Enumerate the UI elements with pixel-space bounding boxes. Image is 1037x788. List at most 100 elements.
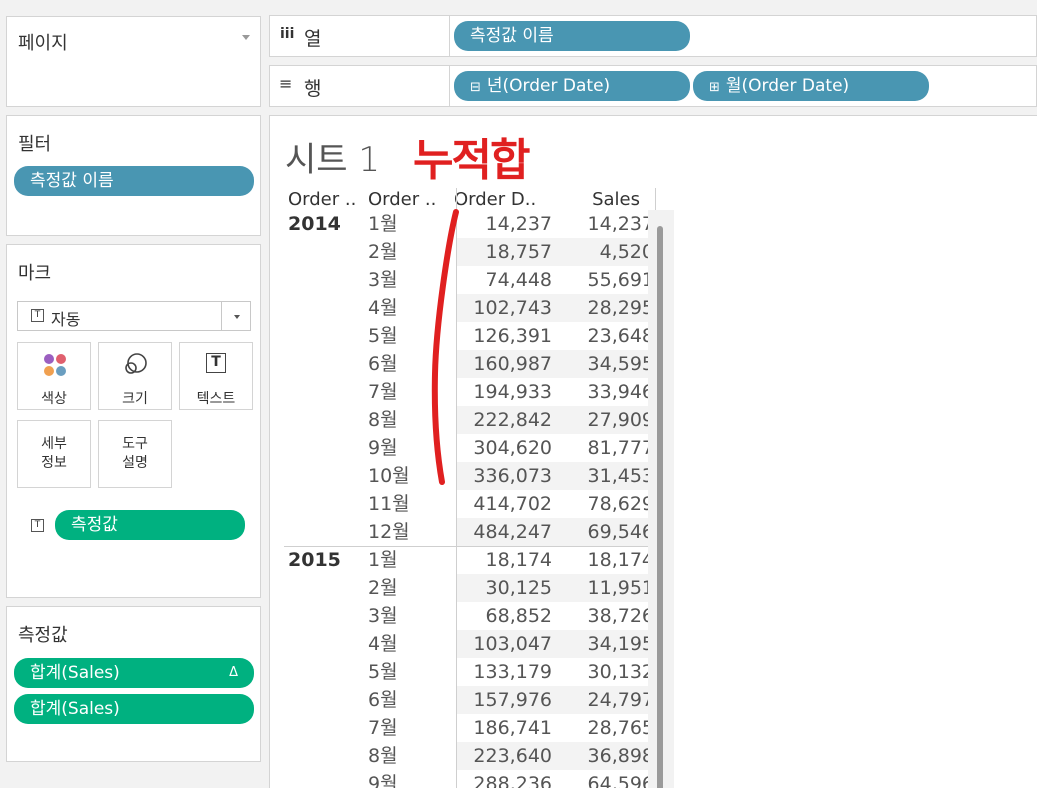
cumulative-sales-cell[interactable]: 222,842 bbox=[473, 406, 552, 434]
month-label[interactable]: 8월 bbox=[368, 406, 398, 434]
mark-type-dropdown[interactable]: T 자동 bbox=[17, 301, 251, 331]
cumulative-sales-cell[interactable]: 133,179 bbox=[473, 658, 552, 686]
cumulative-sales-cell[interactable]: 223,640 bbox=[473, 742, 552, 770]
table-row[interactable]: 4월 102,743 28,295 bbox=[284, 294, 656, 322]
table-row[interactable]: 8월 222,842 27,909 bbox=[284, 406, 656, 434]
sales-cell[interactable]: 23,648 bbox=[588, 322, 654, 350]
sales-cell[interactable]: 34,195 bbox=[588, 630, 654, 658]
cumulative-sales-cell[interactable]: 288,236 bbox=[473, 770, 552, 788]
table-row[interactable]: 10월 336,073 31,453 bbox=[284, 462, 656, 490]
month-label[interactable]: 6월 bbox=[368, 686, 398, 714]
sales-cell[interactable]: 4,520 bbox=[600, 238, 654, 266]
vertical-scrollbar[interactable] bbox=[648, 210, 674, 788]
table-row[interactable]: 2월 18,757 4,520 bbox=[284, 238, 656, 266]
filter-pill-measure-names[interactable]: 측정값 이름 bbox=[14, 166, 254, 196]
rows-pill-month-order-date[interactable]: ⊞ 월(Order Date) bbox=[693, 71, 929, 101]
cumulative-sales-cell[interactable]: 194,933 bbox=[473, 378, 552, 406]
sales-cell[interactable]: 34,595 bbox=[588, 350, 654, 378]
table-row[interactable]: 2015 1월 18,174 18,174 bbox=[284, 546, 656, 574]
year-label[interactable]: 2015 bbox=[288, 546, 341, 574]
month-label[interactable]: 9월 bbox=[368, 434, 398, 462]
month-label[interactable]: 4월 bbox=[368, 294, 398, 322]
expand-icon[interactable]: ⊞ bbox=[709, 80, 720, 95]
measure-pill-sum-sales[interactable]: 합계(Sales) bbox=[14, 694, 254, 724]
sales-cell[interactable]: 24,797 bbox=[588, 686, 654, 714]
cumulative-sales-cell[interactable]: 30,125 bbox=[486, 574, 552, 602]
cumulative-sales-cell[interactable]: 304,620 bbox=[473, 434, 552, 462]
text-button[interactable]: T 텍스트 bbox=[179, 342, 253, 410]
sales-cell[interactable]: 78,629 bbox=[588, 490, 654, 518]
sales-cell[interactable]: 55,691 bbox=[588, 266, 654, 294]
month-label[interactable]: 4월 bbox=[368, 630, 398, 658]
color-button[interactable]: 색상 bbox=[17, 342, 91, 410]
table-row[interactable]: 9월 304,620 81,777 bbox=[284, 434, 656, 462]
cumulative-sales-cell[interactable]: 68,852 bbox=[486, 602, 552, 630]
sales-cell[interactable]: 14,237 bbox=[588, 210, 654, 238]
month-label[interactable]: 9월 bbox=[368, 770, 398, 788]
table-row[interactable]: 5월 133,179 30,132 bbox=[284, 658, 656, 686]
cumulative-sales-cell[interactable]: 103,047 bbox=[473, 630, 552, 658]
month-label[interactable]: 1월 bbox=[368, 210, 398, 238]
sales-cell[interactable]: 36,898 bbox=[588, 742, 654, 770]
month-label[interactable]: 7월 bbox=[368, 378, 398, 406]
table-row[interactable]: 8월 223,640 36,898 bbox=[284, 742, 656, 770]
cumulative-sales-cell[interactable]: 102,743 bbox=[473, 294, 552, 322]
month-label[interactable]: 3월 bbox=[368, 602, 398, 630]
cumulative-sales-cell[interactable]: 14,237 bbox=[486, 210, 552, 238]
sales-cell[interactable]: 27,909 bbox=[588, 406, 654, 434]
table-row[interactable]: 4월 103,047 34,195 bbox=[284, 630, 656, 658]
month-label[interactable]: 12월 bbox=[368, 518, 410, 546]
columns-pill-measure-names[interactable]: 측정값 이름 bbox=[454, 21, 690, 51]
scrollbar-thumb[interactable] bbox=[657, 226, 663, 788]
table-row[interactable]: 3월 68,852 38,726 bbox=[284, 602, 656, 630]
cumulative-sales-cell[interactable]: 336,073 bbox=[473, 462, 552, 490]
cumulative-sales-cell[interactable]: 157,976 bbox=[473, 686, 552, 714]
month-label[interactable]: 6월 bbox=[368, 350, 398, 378]
sales-cell[interactable]: 64,596 bbox=[588, 770, 654, 788]
tooltip-button[interactable]: 도구 설명 bbox=[98, 420, 172, 488]
cumulative-sales-cell[interactable]: 126,391 bbox=[473, 322, 552, 350]
month-label[interactable]: 5월 bbox=[368, 322, 398, 350]
measure-values-pill[interactable]: 측정값 bbox=[55, 510, 245, 540]
table-row[interactable]: 6월 160,987 34,595 bbox=[284, 350, 656, 378]
header-sales[interactable]: Sales bbox=[592, 188, 640, 212]
collapse-icon[interactable]: ⊟ bbox=[470, 80, 481, 95]
month-label[interactable]: 1월 bbox=[368, 546, 398, 574]
cumulative-sales-cell[interactable]: 186,741 bbox=[473, 714, 552, 742]
month-label[interactable]: 2월 bbox=[368, 574, 398, 602]
table-row[interactable]: 7월 194,933 33,946 bbox=[284, 378, 656, 406]
measure-pill-sum-sales-delta[interactable]: 합계(Sales) Δ bbox=[14, 658, 254, 688]
sales-cell[interactable]: 30,132 bbox=[588, 658, 654, 686]
month-label[interactable]: 7월 bbox=[368, 714, 398, 742]
month-label[interactable]: 5월 bbox=[368, 658, 398, 686]
year-label[interactable]: 2014 bbox=[288, 210, 341, 238]
sales-cell[interactable]: 18,174 bbox=[588, 546, 654, 574]
table-row[interactable]: 3월 74,448 55,691 bbox=[284, 266, 656, 294]
table-row[interactable]: 2014 1월 14,237 14,237 bbox=[284, 210, 656, 238]
header-year[interactable]: Order .. bbox=[288, 188, 356, 212]
table-row[interactable]: 2월 30,125 11,951 bbox=[284, 574, 656, 602]
month-label[interactable]: 11월 bbox=[368, 490, 410, 518]
table-row[interactable]: 11월 414,702 78,629 bbox=[284, 490, 656, 518]
detail-button[interactable]: 세부 정보 bbox=[17, 420, 91, 488]
size-button[interactable]: 크기 bbox=[98, 342, 172, 410]
table-row[interactable]: 9월 288,236 64,596 bbox=[284, 770, 656, 788]
sales-cell[interactable]: 28,765 bbox=[588, 714, 654, 742]
cumulative-sales-cell[interactable]: 160,987 bbox=[473, 350, 552, 378]
cumulative-sales-cell[interactable]: 414,702 bbox=[473, 490, 552, 518]
sales-cell[interactable]: 69,546 bbox=[588, 518, 654, 546]
sales-cell[interactable]: 38,726 bbox=[588, 602, 654, 630]
pages-menu-arrow-icon[interactable] bbox=[242, 35, 250, 40]
cumulative-sales-cell[interactable]: 74,448 bbox=[486, 266, 552, 294]
header-cumulative[interactable]: Order D.. bbox=[454, 188, 536, 212]
month-label[interactable]: 2월 bbox=[368, 238, 398, 266]
table-row[interactable]: 7월 186,741 28,765 bbox=[284, 714, 656, 742]
cumulative-sales-cell[interactable]: 484,247 bbox=[473, 518, 552, 546]
table-row[interactable]: 6월 157,976 24,797 bbox=[284, 686, 656, 714]
cumulative-sales-cell[interactable]: 18,757 bbox=[486, 238, 552, 266]
sales-cell[interactable]: 33,946 bbox=[588, 378, 654, 406]
table-row[interactable]: 5월 126,391 23,648 bbox=[284, 322, 656, 350]
table-row[interactable]: 12월 484,247 69,546 bbox=[284, 518, 656, 546]
rows-pill-year-order-date[interactable]: ⊟ 년(Order Date) bbox=[454, 71, 690, 101]
sales-cell[interactable]: 81,777 bbox=[588, 434, 654, 462]
